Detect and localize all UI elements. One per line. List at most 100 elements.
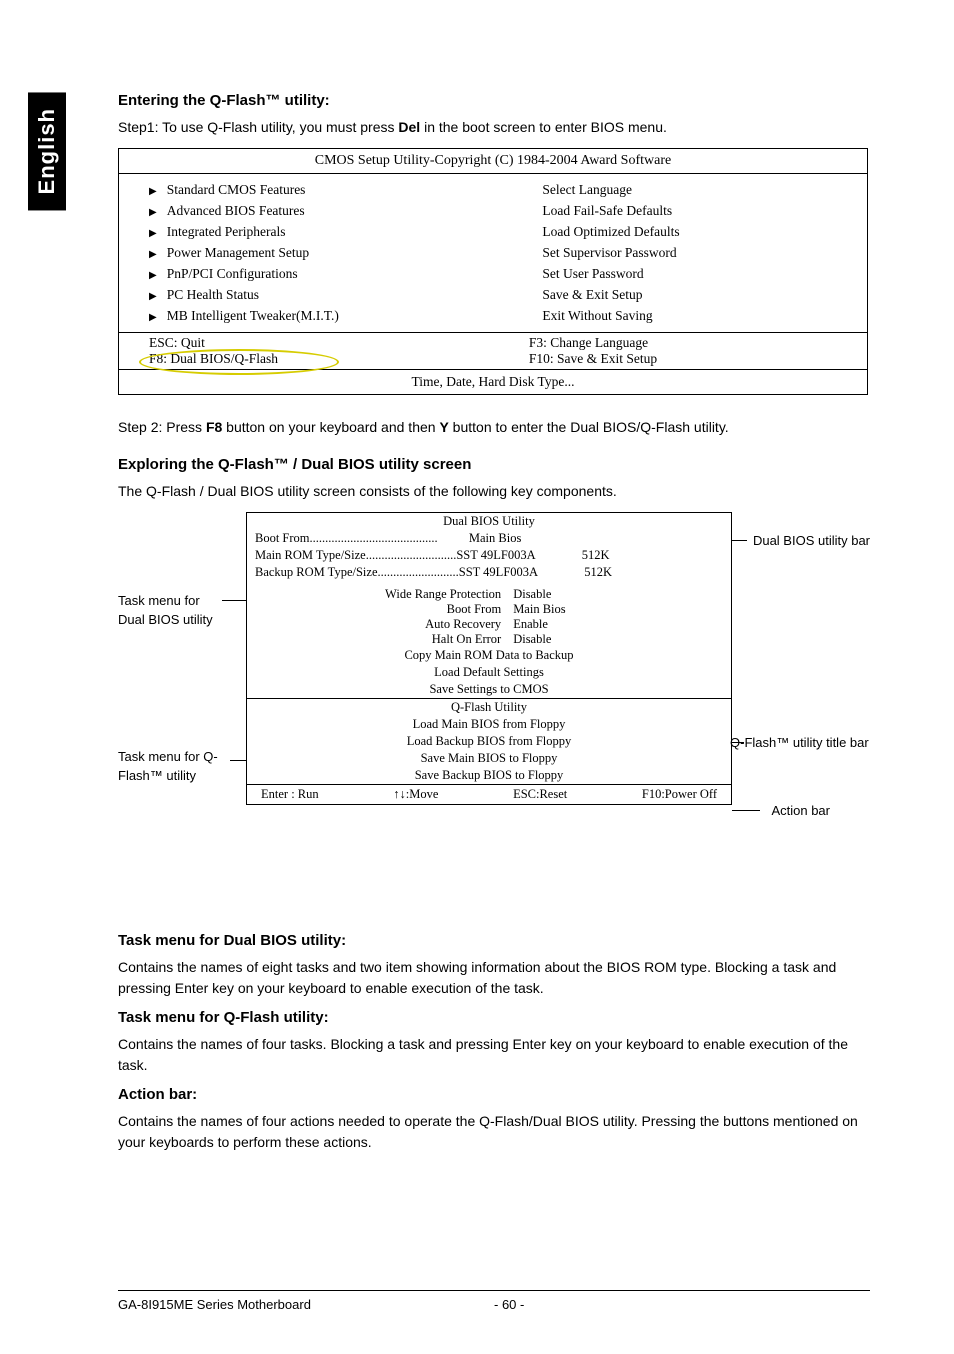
step1-key: Del [398,119,420,135]
menu-item[interactable]: ▶ Standard CMOS Features [149,180,518,201]
qf-task[interactable]: Save Backup BIOS to Floppy [247,767,731,784]
page-footer: GA-8I915ME Series Motherboard - 60 - [118,1290,870,1312]
key-hint: F3: Change Language [529,335,867,351]
explore-para: The Q-Flash / Dual BIOS utility screen c… [118,481,870,502]
qf-task[interactable]: Save Main BIOS to Floppy [247,750,731,767]
menu-label: PnP/PCI Configurations [167,266,298,281]
setting-value: Disable [513,632,551,647]
cmos-setup-box: CMOS Setup Utility-Copyright (C) 1984-20… [118,148,868,395]
menu-item[interactable]: Exit Without Saving [542,306,855,327]
menu-item[interactable]: Set Supervisor Password [542,243,855,264]
action-bar: Enter : Run ↑↓:Move ESC:Reset F10:Power … [247,784,731,804]
page-content: Entering the Q-Flash™ utility: Step1: To… [118,92,870,1163]
dual-task[interactable]: Load Default Settings [247,664,731,681]
task-dual-heading: Task menu for Dual BIOS utility: [118,932,870,949]
callout-line [732,742,744,743]
cmos-left-col: ▶ Standard CMOS Features ▶ Advanced BIOS F… [119,174,530,332]
triangle-icon: ▶ [149,270,157,281]
menu-item[interactable]: Save & Exit Setup [542,285,855,306]
step1-post: in the boot screen to enter BIOS menu. [420,119,667,135]
menu-item[interactable]: Load Optimized Defaults [542,222,855,243]
menu-label: Advanced BIOS Features [167,203,305,218]
triangle-icon: ▶ [149,207,157,218]
menu-item[interactable]: ▶ MB Intelligent Tweaker(M.I.T.) [149,306,518,327]
task-qf-heading: Task menu for Q-Flash utility: [118,1009,870,1026]
key-hint: ESC: Quit [149,335,523,351]
callout-line [230,760,246,761]
callout-qf-bar: Q-Flash™ utility title bar [730,734,870,752]
menu-item[interactable]: ▶ Integrated Peripherals [149,222,518,243]
menu-item[interactable]: ▶ PC Health Status [149,285,518,306]
step2-key1: F8 [206,419,222,435]
callout-line [732,540,747,541]
action-esc: ESC:Reset [513,787,567,802]
step2-key2: Y [439,419,448,435]
menu-label: Integrated Peripherals [167,224,286,239]
dual-bios-title: Dual BIOS Utility [247,513,731,530]
action-move: ↑↓:Move [393,787,438,802]
cmos-key-hints: ESC: Quit F8: Dual BIOS/Q-Flash F3: Chan… [119,333,867,370]
setting-value: Main Bios [513,602,565,617]
menu-label: PC Health Status [167,287,259,302]
menu-label: Power Management Setup [167,245,309,260]
backup-rom-line: Backup ROM Type/Size....................… [247,564,731,581]
menu-item[interactable]: Set User Password [542,264,855,285]
setting-label: Wide Range Protection [247,587,513,602]
menu-item[interactable]: ▶ Advanced BIOS Features [149,201,518,222]
setting-row[interactable]: Boot FromMain Bios [247,602,731,617]
triangle-icon: ▶ [149,312,157,323]
key-hint: F10: Save & Exit Setup [529,351,867,367]
triangle-icon: ▶ [149,186,157,197]
triangle-icon: ▶ [149,291,157,302]
action-para: Contains the names of four actions neede… [118,1111,870,1153]
callout-task-dual: Task menu for Dual BIOS utility [118,592,228,628]
triangle-icon: ▶ [149,249,157,260]
setting-value: Disable [513,587,551,602]
entering-heading: Entering the Q-Flash™ utility: [118,92,870,109]
callout-line [732,810,760,811]
qflash-diagram: Dual BIOS Utility Boot From.............… [118,512,870,912]
menu-label: Standard CMOS Features [167,182,306,197]
setting-label: Halt On Error [247,632,513,647]
triangle-icon: ▶ [149,228,157,239]
menu-item[interactable]: Load Fail-Safe Defaults [542,201,855,222]
cmos-title: CMOS Setup Utility-Copyright (C) 1984-20… [119,149,867,174]
key-hint: F8: Dual BIOS/Q-Flash [149,351,523,367]
dual-task[interactable]: Save Settings to CMOS [247,681,731,698]
setting-label: Auto Recovery [247,617,513,632]
menu-item[interactable]: ▶ Power Management Setup [149,243,518,264]
footer-page-number: - 60 - [494,1297,870,1312]
step2-post: button to enter the Dual BIOS/Q-Flash ut… [449,419,729,435]
menu-item[interactable]: ▶ PnP/PCI Configurations [149,264,518,285]
qflash-box: Dual BIOS Utility Boot From.............… [246,512,732,805]
setting-row[interactable]: Wide Range ProtectionDisable [247,587,731,602]
step1-para: Step1: To use Q-Flash utility, you must … [118,117,870,138]
qf-task[interactable]: Load Main BIOS from Floppy [247,716,731,733]
enter-title-text: Entering the Q-Flash™ utility: [118,92,330,109]
action-f10: F10:Power Off [642,787,717,802]
qf-task[interactable]: Load Backup BIOS from Floppy [247,733,731,750]
callout-line [222,600,246,601]
setting-label: Boot From [247,602,513,617]
setting-row[interactable]: Halt On ErrorDisable [247,632,731,647]
menu-label: MB Intelligent Tweaker(M.I.T.) [167,308,339,323]
action-heading: Action bar: [118,1086,870,1103]
cmos-foot: Time, Date, Hard Disk Type... [119,370,867,394]
task-dual-para: Contains the names of eight tasks and tw… [118,957,870,999]
step2-pre: Step 2: Press [118,419,206,435]
step2-mid: button on your keyboard and then [222,419,439,435]
callout-task-qf: Task menu for Q-Flash™ utility [118,748,238,784]
main-rom-line: Main ROM Type/Size......................… [247,547,731,564]
step1-pre: Step1: To use Q-Flash utility, you must … [118,119,398,135]
language-tab: English [28,92,66,210]
dual-task[interactable]: Copy Main ROM Data to Backup [247,647,731,664]
setting-row[interactable]: Auto RecoveryEnable [247,617,731,632]
cmos-right-col: Select Language Load Fail-Safe Defaults … [530,174,867,332]
menu-item[interactable]: Select Language [542,180,855,201]
step2-para: Step 2: Press F8 button on your keyboard… [118,417,870,438]
qflash-title: Q-Flash Utility [247,698,731,716]
footer-left: GA-8I915ME Series Motherboard [118,1297,494,1312]
callout-action-bar: Action bar [771,802,830,820]
action-enter: Enter : Run [261,787,319,802]
callout-dual-bar: Dual BIOS utility bar [753,532,870,550]
